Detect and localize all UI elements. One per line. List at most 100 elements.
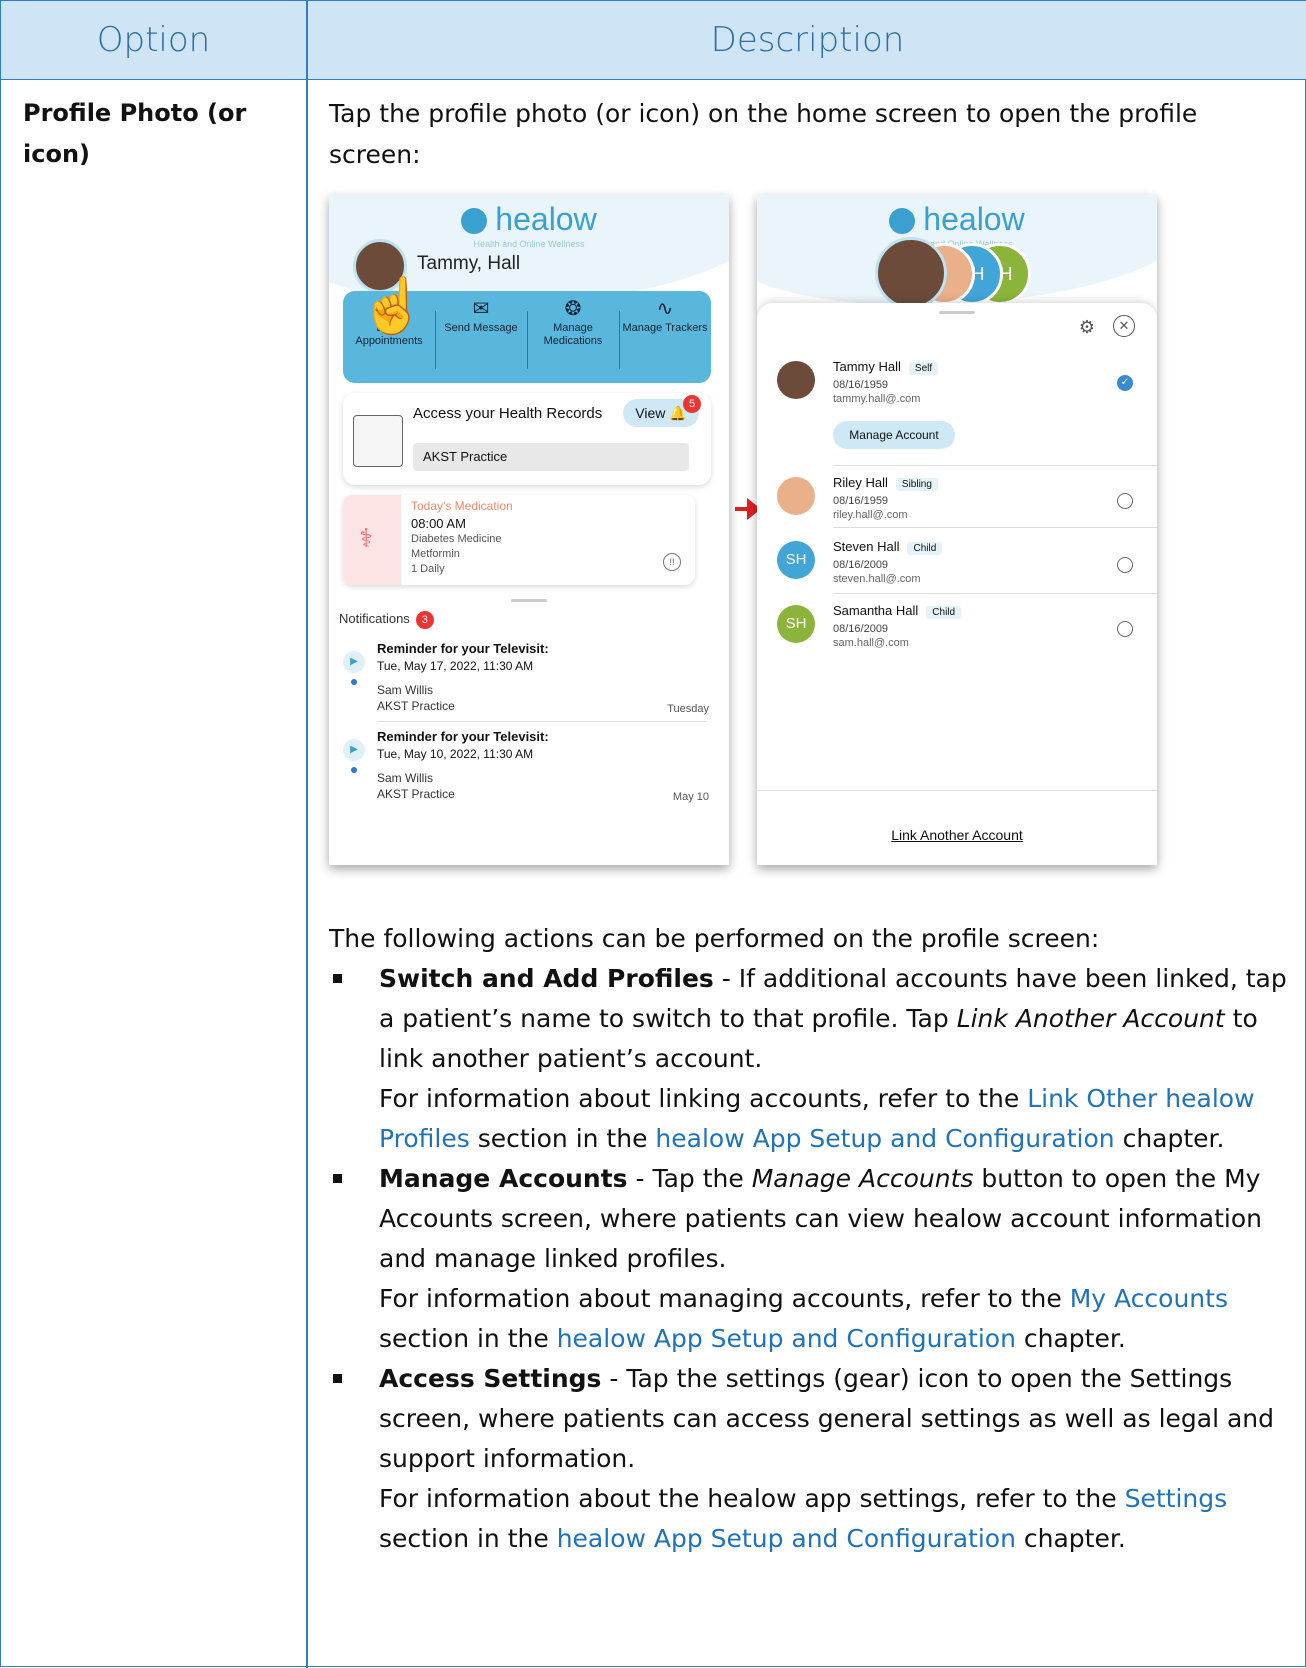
separator: -	[627, 1164, 653, 1193]
name-text: Samantha Hall	[833, 603, 919, 618]
manage-trackers-button[interactable]: ∿ Manage Trackers	[619, 298, 711, 335]
bullet-reference: For information about the healow app set…	[379, 1479, 1289, 1559]
notifications-label: Notifications	[339, 611, 410, 626]
bullet-text: Tap the	[652, 1164, 752, 1193]
notification-when: May 10	[672, 791, 709, 803]
tap-hand-icon: ☝	[359, 276, 427, 336]
reference-text: chapter.	[1114, 1124, 1225, 1153]
profile-name: Samantha Hall Child	[833, 603, 962, 619]
avatar: SH	[777, 541, 815, 579]
bullet-body: Switch and Add Profiles - If additional …	[379, 959, 1289, 1079]
reference-text: chapter.	[1015, 1324, 1126, 1353]
medication-icon-panel: ⚕	[343, 495, 401, 585]
profile-name: Riley Hall Sibling	[833, 475, 938, 491]
healow-logo: healow	[757, 201, 1157, 238]
pulse-icon: ∿	[656, 298, 674, 320]
bullet-title: Access Settings	[379, 1364, 602, 1393]
profile-name: Tammy Hall Self	[833, 359, 939, 375]
option-name: Profile Photo (or icon)	[23, 99, 247, 168]
reference-text: For information about managing accounts,…	[379, 1284, 1070, 1313]
bullet-italic: Manage Accounts	[751, 1164, 974, 1193]
profile-email: riley.hall@.com	[833, 509, 908, 521]
records-title: Access your Health Records	[413, 405, 603, 422]
unread-dot	[351, 679, 357, 685]
medication-line: 1 Daily	[411, 563, 445, 575]
medication-title: Today's Medication	[411, 499, 513, 513]
notification-item[interactable]: ▶ Reminder for your Televisit: Tue, May …	[339, 639, 719, 723]
header-description: Description	[710, 20, 905, 60]
relation-tag: Child	[907, 542, 943, 555]
drag-handle[interactable]	[939, 311, 975, 314]
my-accounts-link[interactable]: My Accounts	[1070, 1284, 1228, 1313]
intro-text: Tap the profile photo (or icon) on the h…	[329, 99, 1198, 169]
profile-dob: 08/16/1959	[833, 495, 889, 507]
notification-date: Tue, May 10, 2022, 11:30 AM	[377, 747, 534, 761]
list-item: Manage Accounts - Tap the Manage Account…	[329, 1159, 1289, 1359]
logo-icon	[461, 208, 488, 234]
drag-handle[interactable]	[511, 599, 547, 602]
avatar[interactable]	[875, 237, 947, 309]
column-divider	[306, 1, 308, 1668]
close-icon[interactable]: ✕	[1113, 315, 1135, 337]
video-icon: ▶	[343, 651, 365, 673]
bullet-icon	[333, 1174, 342, 1183]
manage-trackers-label: Manage Trackers	[622, 322, 708, 334]
actions-intro: The following actions can be performed o…	[329, 924, 1100, 953]
bullet-icon	[333, 1374, 342, 1383]
reference-text: section in the	[469, 1124, 656, 1153]
send-message-label: Send Message	[444, 322, 518, 334]
radio-button[interactable]	[1117, 621, 1133, 637]
header-option: Option	[96, 20, 211, 60]
avatar: SH	[777, 605, 815, 643]
avatar	[777, 361, 815, 399]
list-item: Access Settings - Tap the settings (gear…	[329, 1359, 1289, 1559]
separator: -	[713, 964, 739, 993]
bullet-title: Manage Accounts	[379, 1164, 628, 1193]
manage-account-button[interactable]: Manage Account	[833, 421, 955, 449]
send-message-button[interactable]: ✉ Send Message	[435, 298, 527, 335]
profile-email: tammy.hall@.com	[833, 393, 921, 405]
setup-chapter-link[interactable]: healow App Setup and Configuration	[655, 1124, 1114, 1153]
notification-title: Reminder for your Televisit:	[377, 641, 549, 656]
notification-item[interactable]: ▶ Reminder for your Televisit: Tue, May …	[339, 727, 719, 811]
envelope-icon: ✉	[472, 298, 490, 320]
relation-tag: Child	[926, 606, 962, 619]
bullet-title: Switch and Add Profiles	[379, 964, 714, 993]
medication-time: 08:00 AM	[411, 516, 466, 531]
radio-button[interactable]	[1117, 493, 1133, 509]
reference-text: section in the	[379, 1524, 557, 1553]
info-icon[interactable]: !!	[663, 553, 681, 571]
profile-email: steven.hall@.com	[833, 573, 921, 585]
profile-screen-screenshot: healow Health and Online Wellness SH SH …	[757, 195, 1157, 865]
radio-button[interactable]	[1117, 557, 1133, 573]
link-another-account-link[interactable]: Link Another Account	[757, 827, 1157, 843]
pill-icon: ❂	[564, 298, 582, 320]
gear-icon[interactable]: ⚙	[1079, 317, 1095, 338]
reference-text: section in the	[379, 1324, 557, 1353]
name-text: Steven Hall	[833, 539, 900, 554]
bullet-reference: For information about linking accounts, …	[379, 1079, 1289, 1159]
relation-tag: Self	[908, 362, 939, 375]
video-icon: ▶	[343, 739, 365, 761]
setup-chapter-link[interactable]: healow App Setup and Configuration	[557, 1324, 1016, 1353]
medicine-icon: ⚕	[359, 523, 374, 553]
check-icon[interactable]: ✓	[1117, 375, 1133, 391]
logo-text: healow	[495, 201, 597, 237]
notification-when: Tuesday	[667, 703, 709, 715]
divider	[833, 593, 1157, 594]
setup-chapter-link[interactable]: healow App Setup and Configuration	[557, 1524, 1016, 1553]
divider	[833, 527, 1157, 528]
health-records-card[interactable]: Access your Health Records View 🔔 5 AKST…	[343, 393, 711, 485]
notifications-header: Notifications 3	[339, 611, 434, 629]
profile-sheet: ⚙ ✕ Tammy Hall Self 08/16/1959 tammy.hall…	[757, 303, 1157, 865]
divider	[757, 790, 1157, 791]
home-screen-screenshot: healow Health and Online Wellness Tammy,…	[329, 195, 729, 865]
medication-card[interactable]: ⚕ Today's Medication 08:00 AM Diabetes M…	[343, 495, 695, 585]
bullet-italic: Link Another Account	[956, 1004, 1225, 1033]
options-table: Option Description Profile Photo (or ico…	[0, 0, 1306, 1668]
manage-medications-button[interactable]: ❂ Manage Medications	[527, 298, 619, 348]
notification-date: Tue, May 17, 2022, 11:30 AM	[377, 659, 534, 673]
settings-link[interactable]: Settings	[1125, 1484, 1228, 1513]
profile-dob: 08/16/2009	[833, 559, 889, 571]
notifications-count: 3	[415, 611, 434, 629]
